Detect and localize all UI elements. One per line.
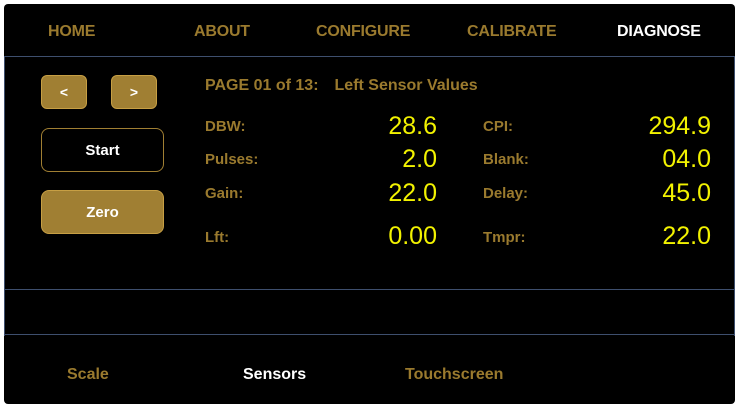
delay-value: 45.0	[662, 179, 711, 207]
tmpr-value: 22.0	[662, 222, 711, 250]
pulses-value: 2.0	[402, 145, 437, 173]
delay-label: Delay:	[483, 185, 529, 202]
next-page-button[interactable]: >	[111, 75, 157, 109]
cpi-label: CPI:	[483, 118, 513, 135]
pulses-label: Pulses:	[205, 151, 259, 168]
subtab-sensors[interactable]: Sensors	[243, 366, 306, 384]
dbw-value: 28.6	[388, 112, 437, 140]
main-tab-bar: HOME ABOUT CONFIGURE CALIBRATE DIAGNOSE	[4, 4, 735, 56]
subtab-scale[interactable]: Scale	[67, 366, 109, 384]
subtab-touchscreen[interactable]: Touchscreen	[405, 366, 503, 384]
page-title: PAGE 01 of 13: Left Sensor Values	[205, 77, 478, 95]
blank-label: Blank:	[483, 151, 529, 168]
page-subtitle: Left Sensor Values	[334, 77, 478, 94]
tmpr-label: Tmpr:	[483, 229, 526, 246]
tab-about[interactable]: ABOUT	[194, 23, 250, 41]
panel-left-border	[4, 56, 5, 336]
zero-button[interactable]: Zero	[41, 190, 164, 234]
dbw-label: DBW:	[205, 118, 246, 135]
gain-value: 22.0	[388, 179, 437, 207]
tab-configure[interactable]: CONFIGURE	[316, 23, 410, 41]
start-button[interactable]: Start	[41, 128, 164, 172]
page-indicator: PAGE 01 of 13:	[205, 77, 319, 94]
tab-home[interactable]: HOME	[48, 23, 95, 41]
panel-right-border	[734, 56, 735, 336]
tab-diagnose[interactable]: DIAGNOSE	[617, 23, 701, 41]
gain-label: Gain:	[205, 185, 244, 202]
status-divider-bottom	[4, 334, 735, 335]
lft-value: 0.00	[388, 222, 437, 250]
lft-label: Lft:	[205, 229, 230, 246]
tab-calibrate[interactable]: CALIBRATE	[467, 23, 557, 41]
blank-value: 04.0	[662, 145, 711, 173]
diagnostic-screen: HOME ABOUT CONFIGURE CALIBRATE DIAGNOSE …	[4, 4, 735, 404]
cpi-value: 294.9	[648, 112, 711, 140]
tab-divider	[4, 56, 735, 57]
previous-page-button[interactable]: <	[41, 75, 87, 109]
status-divider-top	[4, 289, 735, 290]
